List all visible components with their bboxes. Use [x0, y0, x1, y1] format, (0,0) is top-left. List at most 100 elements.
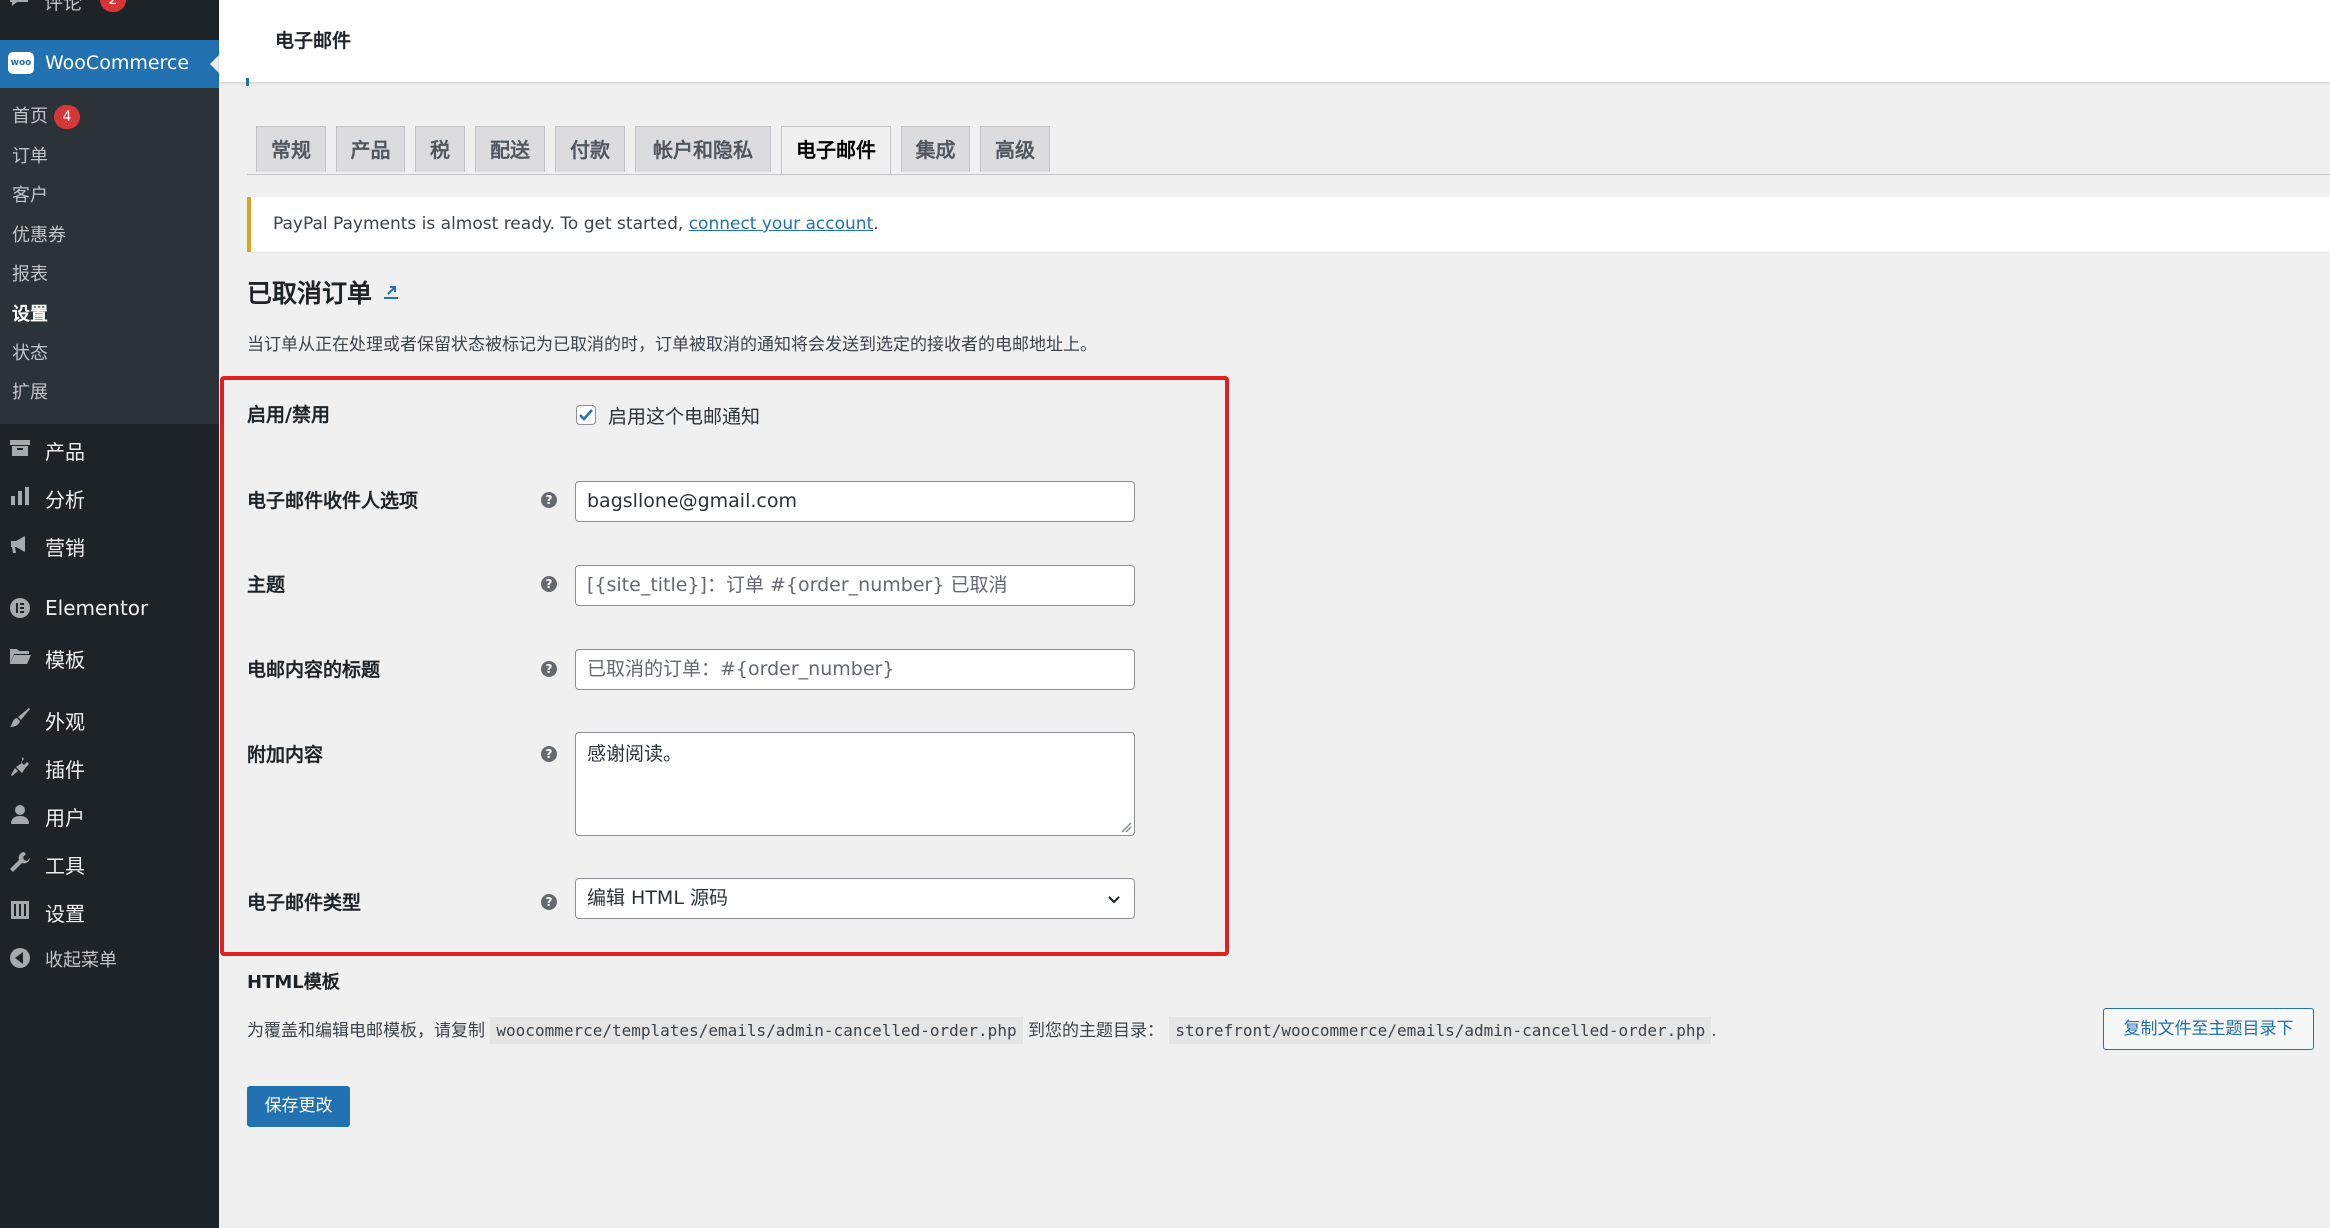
sidebar-item-settings[interactable]: 设置 — [0, 892, 219, 928]
email-heading-input[interactable]: 已取消的订单：#{order_number} — [575, 649, 1135, 690]
help-icon[interactable]: ? — [541, 661, 557, 677]
page-title: 电子邮件 — [275, 30, 352, 52]
help-icon[interactable]: ? — [541, 492, 557, 508]
submenu-item-settings[interactable]: 设置 — [12, 301, 48, 329]
header-indicator — [246, 78, 249, 86]
folder-icon — [7, 644, 33, 668]
submenu-item-customers[interactable]: 客户 — [12, 182, 48, 210]
plugin-icon — [7, 754, 33, 778]
settings-icon — [7, 898, 33, 922]
resize-grip-icon[interactable] — [1120, 821, 1132, 833]
source-template-path: woocommerce/templates/emails/admin-cance… — [490, 1017, 1023, 1044]
sidebar-item-marketing[interactable]: 营销 — [0, 526, 219, 562]
submenu-label: 首页 — [12, 106, 48, 127]
submenu-item-status[interactable]: 状态 — [12, 340, 48, 368]
recipient-input[interactable]: bagsllone@gmail.com — [575, 481, 1135, 522]
additional-content-label: 附加内容 — [247, 744, 324, 766]
woocommerce-submenu: 首页 4 订单 客户 优惠券 报表 设置 状态 扩展 — [0, 88, 219, 424]
sidebar-item-templates[interactable]: 模板 — [0, 638, 219, 674]
template-text-after: . — [1711, 1021, 1717, 1041]
enable-checkbox[interactable] — [576, 405, 596, 425]
submenu-item-home[interactable]: 首页 4 — [12, 103, 80, 131]
select-value: 编辑 HTML 源码 — [587, 887, 728, 909]
sidebar-item-label: 模板 — [45, 648, 85, 672]
chevron-down-icon — [1108, 896, 1120, 904]
sidebar-item-label: Elementor — [45, 596, 149, 620]
collapse-menu-button[interactable]: 收起菜单 — [0, 940, 219, 976]
help-icon[interactable]: ? — [541, 576, 557, 592]
sidebar-item-label: 营销 — [45, 536, 85, 560]
sidebar-item-label: 收起菜单 — [45, 950, 117, 971]
tabs-divider — [247, 174, 2330, 175]
bar-chart-icon — [7, 484, 33, 508]
additional-content-textarea[interactable]: 感谢阅读。 — [575, 732, 1135, 836]
elementor-icon — [7, 596, 33, 620]
woocommerce-icon: woo — [8, 52, 34, 74]
sidebar-item-label: 评论 — [44, 0, 83, 14]
html-template-title: HTML模板 — [247, 972, 340, 993]
subject-label: 主题 — [247, 574, 286, 596]
sidebar-item-analytics[interactable]: 分析 — [0, 478, 219, 514]
enable-checkbox-label[interactable]: 启用这个电邮通知 — [608, 402, 760, 429]
submenu-item-orders[interactable]: 订单 — [12, 143, 48, 171]
submenu-item-reports[interactable]: 报表 — [12, 261, 48, 289]
connect-account-link[interactable]: connect your account — [689, 214, 874, 234]
help-icon[interactable]: ? — [541, 746, 557, 762]
megaphone-icon — [7, 532, 33, 556]
sidebar-item-label: 分析 — [45, 488, 85, 512]
sidebar-item-plugins[interactable]: 插件 — [0, 748, 219, 784]
tab-accounts-privacy[interactable]: 帐户和隐私 — [635, 126, 771, 172]
section-description: 当订单从正在处理或者保留状态被标记为已取消的时，订单被取消的通知将会发送到选定的… — [247, 335, 1097, 355]
tab-integration[interactable]: 集成 — [901, 126, 970, 172]
sidebar-item-label: 用户 — [45, 806, 85, 830]
email-type-label: 电子邮件类型 — [247, 892, 362, 914]
submenu-item-coupons[interactable]: 优惠券 — [12, 222, 66, 250]
submenu-item-extensions[interactable]: 扩展 — [12, 379, 48, 407]
sidebar-item-label: 设置 — [45, 902, 85, 926]
copy-to-theme-button[interactable]: 复制文件至主题目录下 — [2103, 1008, 2314, 1050]
admin-sidebar: 评论 2 woo WooCommerce 首页 4 订单 客户 优惠券 报表 设置… — [0, 0, 220, 1228]
sidebar-item-label: 外观 — [45, 710, 85, 734]
sidebar-item-products[interactable]: 产品 — [0, 430, 219, 466]
sidebar-item-woocommerce[interactable]: woo WooCommerce — [0, 40, 220, 88]
user-icon — [7, 802, 33, 826]
email-type-select[interactable]: 编辑 HTML 源码 — [575, 878, 1135, 919]
save-changes-button[interactable]: 保存更改 — [247, 1086, 350, 1127]
sidebar-item-tools[interactable]: 工具 — [0, 844, 219, 880]
sidebar-item-label: WooCommerce — [45, 52, 190, 74]
help-icon[interactable]: ? — [541, 894, 557, 910]
comment-icon — [8, 0, 34, 10]
notice-suffix: . — [873, 214, 879, 234]
sidebar-item-label: 工具 — [45, 854, 85, 878]
paypal-notice: PayPal Payments is almost ready. To get … — [247, 197, 2330, 252]
paintbrush-icon — [7, 706, 33, 730]
sidebar-item-elementor[interactable]: Elementor — [0, 590, 219, 626]
tab-tax[interactable]: 税 — [415, 126, 465, 172]
tab-payments[interactable]: 付款 — [555, 126, 625, 172]
template-text-middle: 到您的主题目录： — [1027, 1021, 1164, 1041]
tab-advanced[interactable]: 高级 — [980, 126, 1050, 172]
tab-emails[interactable]: 电子邮件 — [781, 126, 891, 175]
enable-label: 启用/禁用 — [247, 404, 330, 426]
textarea-value: 感谢阅读。 — [587, 743, 683, 765]
tab-shipping[interactable]: 配送 — [475, 126, 545, 172]
wrench-icon — [7, 850, 33, 874]
sidebar-item-appearance[interactable]: 外观 — [0, 700, 219, 736]
sidebar-item-comments[interactable]: 评论 2 — [0, 0, 219, 16]
template-instructions: 为覆盖和编辑电邮模板，请复制 woocommerce/templates/ema… — [247, 1016, 1717, 1044]
back-up-icon[interactable] — [381, 282, 401, 302]
checkmark-icon — [579, 409, 593, 421]
tab-general[interactable]: 常规 — [256, 126, 326, 172]
template-text-before: 为覆盖和编辑电邮模板，请复制 — [247, 1021, 485, 1041]
comments-count-badge: 2 — [100, 0, 126, 12]
sidebar-item-label: 插件 — [45, 758, 85, 782]
notice-message: PayPal Payments is almost ready. To get … — [273, 214, 689, 234]
subject-input[interactable]: [{site_title}]：订单 #{order_number} 已取消 — [575, 565, 1135, 606]
sidebar-item-label: 产品 — [45, 440, 85, 464]
page-header: 电子邮件 — [219, 0, 2330, 86]
theme-template-path: storefront/woocommerce/emails/admin-canc… — [1169, 1017, 1712, 1044]
email-heading-label: 电邮内容的标题 — [247, 659, 381, 681]
tab-products[interactable]: 产品 — [336, 126, 405, 172]
collapse-icon — [7, 946, 33, 970]
sidebar-item-users[interactable]: 用户 — [0, 796, 219, 832]
